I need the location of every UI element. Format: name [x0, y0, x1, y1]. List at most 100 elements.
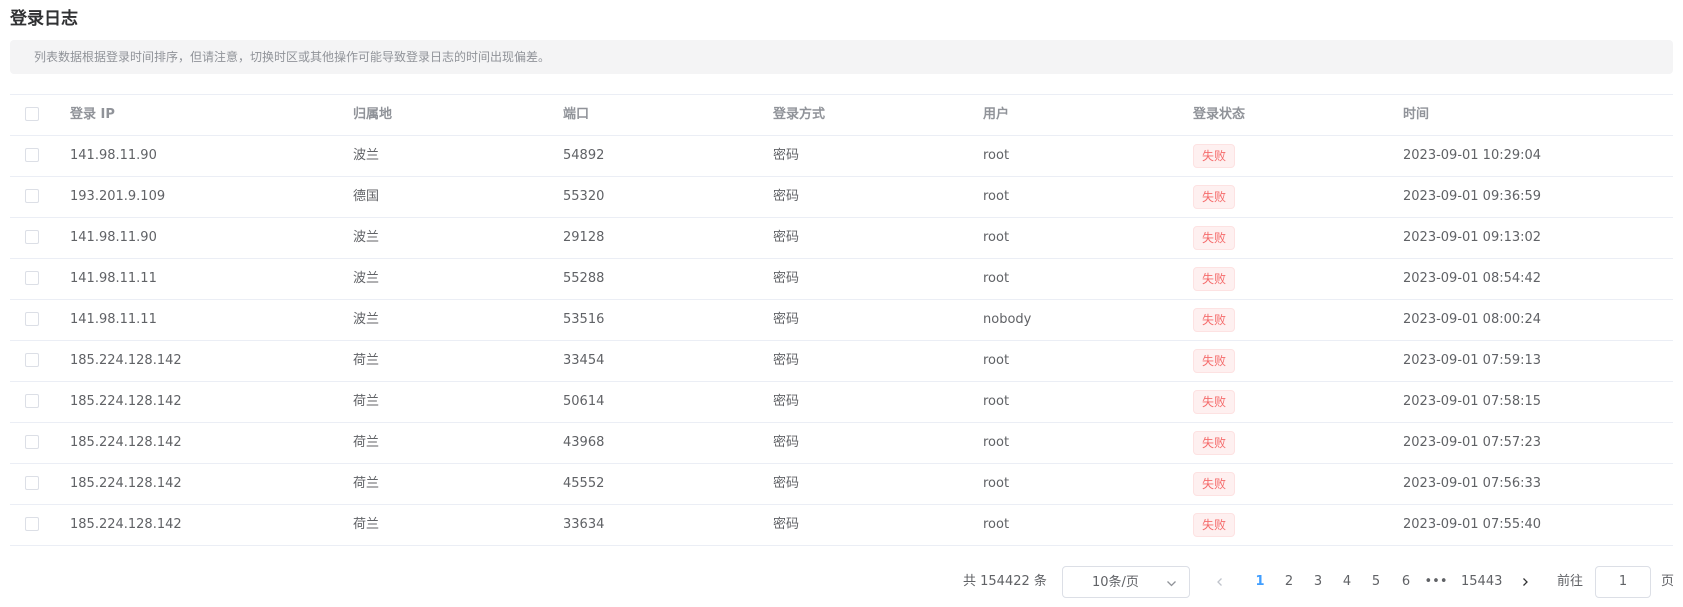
- table-header: 登录 IP 归属地 端口 登录方式 用户 登录状态 时间: [10, 95, 1673, 136]
- row-select-cell: [25, 341, 39, 381]
- login-log-table: 登录 IP 归属地 端口 登录方式 用户 登录状态 时间 141.98.11.9…: [10, 94, 1673, 546]
- row-checkbox[interactable]: [25, 434, 39, 449]
- table-row: 185.224.128.142 荷兰 50614 密码 root 2023-09-01 0…: [10, 382, 1673, 423]
- cell-time: 2023-09-01 08:00:24: [1403, 312, 1542, 327]
- row-checkbox[interactable]: [25, 516, 39, 531]
- login-log-page: 登录日志 列表数据根据登录时间排序，但请注意，切换时区或其他操作可能导致登录日志…: [0, 0, 1683, 607]
- page-number-3[interactable]: 3: [1306, 566, 1330, 598]
- select-all-cell: [25, 95, 39, 135]
- page-number-1[interactable]: 1: [1248, 566, 1272, 598]
- status-badge: 失败: [1193, 471, 1236, 496]
- column-header-ip: 登录 IP: [70, 107, 115, 122]
- cell-time: 2023-09-01 07:59:13: [1403, 353, 1542, 368]
- cell-user: root: [983, 189, 1010, 204]
- cell-location: 荷兰: [353, 435, 380, 450]
- cell-user: root: [983, 148, 1010, 163]
- table-row: 193.201.9.109 德国 55320 密码 root 2023-09-01 09:…: [10, 177, 1673, 218]
- cell-time: 2023-09-01 07:56:33: [1403, 476, 1542, 491]
- cell-ip: 185.224.128.142: [70, 435, 182, 450]
- page-size-select[interactable]: 10条/页: [1062, 566, 1190, 598]
- page-number-4[interactable]: 4: [1335, 566, 1359, 598]
- cell-location: 波兰: [353, 271, 380, 286]
- table-row: 141.98.11.90 波兰 29128 密码 root 2023-09-01 09:1…: [10, 218, 1673, 259]
- cell-time: 2023-09-01 07:57:23: [1403, 435, 1542, 450]
- cell-method: 密码: [773, 476, 800, 491]
- column-header-user: 用户: [983, 107, 1010, 122]
- page-size-value: 10条/页: [1092, 575, 1139, 590]
- row-select-cell: [25, 382, 39, 422]
- row-checkbox[interactable]: [25, 393, 39, 408]
- row-checkbox[interactable]: [25, 188, 39, 203]
- page-number-6[interactable]: 6: [1394, 566, 1418, 598]
- column-header-time: 时间: [1403, 107, 1430, 122]
- pagination-total: 共 154422 条: [963, 574, 1047, 589]
- cell-location: 荷兰: [353, 394, 380, 409]
- cell-port: 50614: [563, 394, 605, 409]
- row-checkbox[interactable]: [25, 147, 39, 162]
- page-title: 登录日志: [10, 9, 78, 29]
- notice-banner: 列表数据根据登录时间排序，但请注意，切换时区或其他操作可能导致登录日志的时间出现…: [10, 40, 1673, 74]
- next-page-button[interactable]: [1520, 566, 1530, 598]
- status-badge: 失败: [1193, 430, 1236, 455]
- select-all-checkbox[interactable]: [25, 106, 39, 121]
- cell-ip: 141.98.11.90: [70, 230, 157, 245]
- cell-user: root: [983, 353, 1010, 368]
- row-select-cell: [25, 464, 39, 504]
- cell-location: 波兰: [353, 312, 380, 327]
- cell-user: root: [983, 394, 1010, 409]
- chevron-down-icon: [1166, 567, 1177, 599]
- cell-port: 33454: [563, 353, 605, 368]
- table-row: 141.98.11.11 波兰 53516 密码 nobody 2023-09-01 08…: [10, 300, 1673, 341]
- status-badge: 失败: [1193, 348, 1236, 373]
- row-checkbox[interactable]: [25, 270, 39, 285]
- cell-port: 45552: [563, 476, 605, 491]
- page-suffix-label: 页: [1661, 574, 1675, 589]
- page-number-2[interactable]: 2: [1277, 566, 1301, 598]
- cell-ip: 141.98.11.11: [70, 271, 157, 286]
- status-badge: 失败: [1193, 389, 1236, 414]
- page-number-5[interactable]: 5: [1364, 566, 1388, 598]
- row-checkbox[interactable]: [25, 475, 39, 490]
- goto-label: 前往: [1557, 574, 1584, 589]
- row-select-cell: [25, 300, 39, 340]
- row-checkbox[interactable]: [25, 229, 39, 244]
- cell-ip: 193.201.9.109: [70, 189, 166, 204]
- cell-ip: 141.98.11.11: [70, 312, 157, 327]
- cell-location: 荷兰: [353, 476, 380, 491]
- cell-time: 2023-09-01 08:54:42: [1403, 271, 1542, 286]
- cell-method: 密码: [773, 189, 800, 204]
- goto-page-input[interactable]: [1595, 566, 1651, 598]
- cell-method: 密码: [773, 312, 800, 327]
- chevron-left-icon: [1215, 574, 1225, 589]
- cell-port: 43968: [563, 435, 605, 450]
- table-row: 185.224.128.142 荷兰 45552 密码 root 2023-09-01 0…: [10, 464, 1673, 505]
- cell-user: root: [983, 271, 1010, 286]
- cell-ip: 185.224.128.142: [70, 394, 182, 409]
- cell-user: root: [983, 476, 1010, 491]
- table-row: 185.224.128.142 荷兰 33634 密码 root 2023-09-01 0…: [10, 505, 1673, 546]
- cell-location: 德国: [353, 189, 380, 204]
- row-select-cell: [25, 177, 39, 217]
- row-checkbox[interactable]: [25, 311, 39, 326]
- column-header-location: 归属地: [353, 107, 393, 122]
- cell-status: 失败: [1193, 300, 1236, 340]
- column-header-port: 端口: [563, 107, 590, 122]
- cell-status: 失败: [1193, 423, 1236, 463]
- prev-page-button[interactable]: [1215, 566, 1225, 598]
- cell-port: 55320: [563, 189, 605, 204]
- cell-method: 密码: [773, 353, 800, 368]
- row-checkbox[interactable]: [25, 352, 39, 367]
- cell-ip: 185.224.128.142: [70, 517, 182, 532]
- cell-time: 2023-09-01 10:29:04: [1403, 148, 1542, 163]
- cell-method: 密码: [773, 435, 800, 450]
- cell-status: 失败: [1193, 177, 1236, 217]
- cell-method: 密码: [773, 517, 800, 532]
- cell-port: 29128: [563, 230, 605, 245]
- page-number-15443[interactable]: 15443: [1461, 566, 1502, 598]
- more-pages-ellipsis[interactable]: •••: [1424, 566, 1448, 598]
- cell-user: root: [983, 230, 1010, 245]
- cell-status: 失败: [1193, 136, 1236, 176]
- cell-ip: 185.224.128.142: [70, 476, 182, 491]
- status-badge: 失败: [1193, 143, 1236, 168]
- cell-user: nobody: [983, 312, 1032, 327]
